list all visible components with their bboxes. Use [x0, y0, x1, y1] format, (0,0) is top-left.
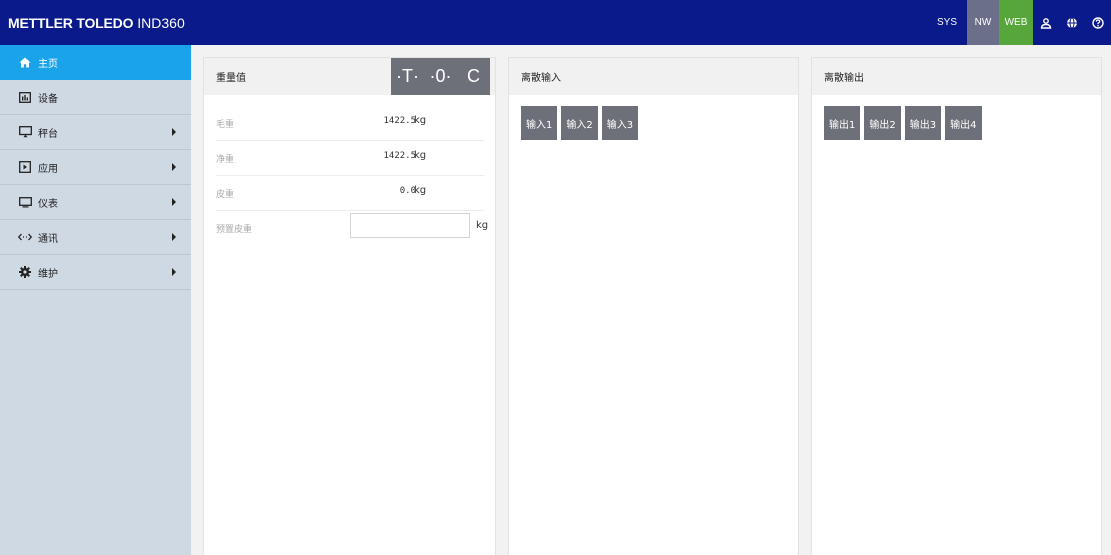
sidebar-item-communication[interactable]: 通讯 — [0, 220, 191, 255]
scale-keys: ·T· ·0· C — [391, 58, 490, 95]
output-3-button[interactable]: 输出3 — [904, 106, 942, 140]
tare-row: 皮重 0.0 kg — [216, 176, 484, 211]
output-buttons: 输出1 输出2 输出3 输出4 — [824, 106, 986, 140]
sidebar-item-label: 仪表 — [38, 198, 58, 210]
monitor-icon — [18, 125, 32, 139]
app-icon — [18, 160, 32, 174]
output-1-button[interactable]: 输出1 — [824, 106, 861, 140]
net-row: 净重 1422.5 kg — [216, 141, 484, 176]
output-4-button[interactable]: 输出4 — [945, 106, 982, 140]
sidebar-item-terminal[interactable]: 仪表 — [0, 185, 191, 220]
screen-icon — [18, 195, 32, 209]
top-bar: METTLER TOLEDO IND360 SYS NW WEB — [0, 0, 1111, 45]
discrete-output-title: 离散输出 — [824, 73, 864, 84]
weight-panel-header: 重量值 ·T· ·0· C — [204, 58, 495, 95]
gross-unit: kg — [414, 115, 427, 126]
user-icon[interactable] — [1033, 0, 1059, 45]
help-icon[interactable] — [1085, 0, 1111, 45]
preset-tare-input[interactable] — [350, 213, 470, 238]
discrete-output-panel: 离散输出 输出1 输出2 输出3 输出4 — [811, 57, 1102, 555]
input-2-button[interactable]: 输入2 — [561, 106, 598, 140]
chevron-right-icon — [172, 233, 176, 241]
sidebar-item-home[interactable]: 主页 — [0, 45, 191, 80]
globe-icon[interactable] — [1059, 0, 1085, 45]
sidebar-item-label: 维护 — [38, 268, 58, 280]
nw-button[interactable]: NW — [967, 0, 999, 45]
chevron-right-icon — [172, 163, 176, 171]
sidebar-item-platform[interactable]: 秤台 — [0, 115, 191, 150]
web-button[interactable]: WEB — [999, 0, 1033, 45]
sidebar-item-label: 秤台 — [38, 128, 58, 140]
sidebar-item-device[interactable]: 设备 — [0, 80, 191, 115]
tare-unit: kg — [414, 185, 427, 196]
weight-panel: 重量值 ·T· ·0· C 毛重 1422.5 kg 净重 1422.5 kg … — [203, 57, 496, 555]
clear-key[interactable]: C — [457, 58, 490, 95]
chevron-right-icon — [172, 128, 176, 136]
arrows-icon — [18, 230, 32, 244]
input-3-button[interactable]: 输入3 — [601, 106, 639, 140]
tare-key[interactable]: ·T· — [391, 58, 424, 95]
output-2-button[interactable]: 输出2 — [864, 106, 901, 140]
gross-value: 1422.5 — [383, 116, 416, 126]
discrete-input-title: 离散输入 — [521, 73, 561, 84]
gear-icon — [18, 265, 32, 279]
net-label: 净重 — [216, 155, 235, 165]
device-model: IND360 — [137, 14, 185, 31]
chevron-right-icon — [172, 268, 176, 276]
input-buttons: 输入1 输入2 输入3 — [521, 106, 642, 140]
net-value: 1422.5 — [383, 151, 416, 161]
weight-panel-title: 重量值 — [216, 73, 246, 84]
sidebar: 主页 设备 秤台 应用 仪表 通讯 维护 — [0, 45, 191, 555]
sidebar-item-label: 通讯 — [38, 233, 58, 245]
discrete-input-header: 离散输入 — [509, 58, 798, 95]
sys-button[interactable]: SYS — [933, 17, 961, 28]
sidebar-item-label: 主页 — [38, 58, 58, 70]
brand-logo: METTLER TOLEDO IND360 — [8, 15, 185, 31]
input-1-button[interactable]: 输入1 — [521, 106, 558, 140]
sidebar-item-label: 应用 — [38, 163, 58, 175]
net-unit: kg — [414, 150, 427, 161]
preset-tare-label: 预置皮重 — [216, 225, 253, 235]
sidebar-item-label: 设备 — [38, 93, 58, 105]
discrete-input-panel: 离散输入 输入1 输入2 输入3 — [508, 57, 799, 555]
tare-label: 皮重 — [216, 190, 235, 200]
brand-name: METTLER TOLEDO — [8, 14, 134, 31]
gross-label: 毛重 — [216, 120, 235, 130]
device-icon — [18, 90, 32, 104]
chevron-right-icon — [172, 198, 176, 206]
zero-key[interactable]: ·0· — [424, 58, 457, 95]
home-icon — [18, 55, 32, 69]
sidebar-item-app[interactable]: 应用 — [0, 150, 191, 185]
sidebar-item-maintenance[interactable]: 维护 — [0, 255, 191, 290]
gross-row: 毛重 1422.5 kg — [216, 106, 484, 141]
preset-tare-unit: kg — [476, 220, 489, 231]
discrete-output-header: 离散输出 — [812, 58, 1101, 95]
